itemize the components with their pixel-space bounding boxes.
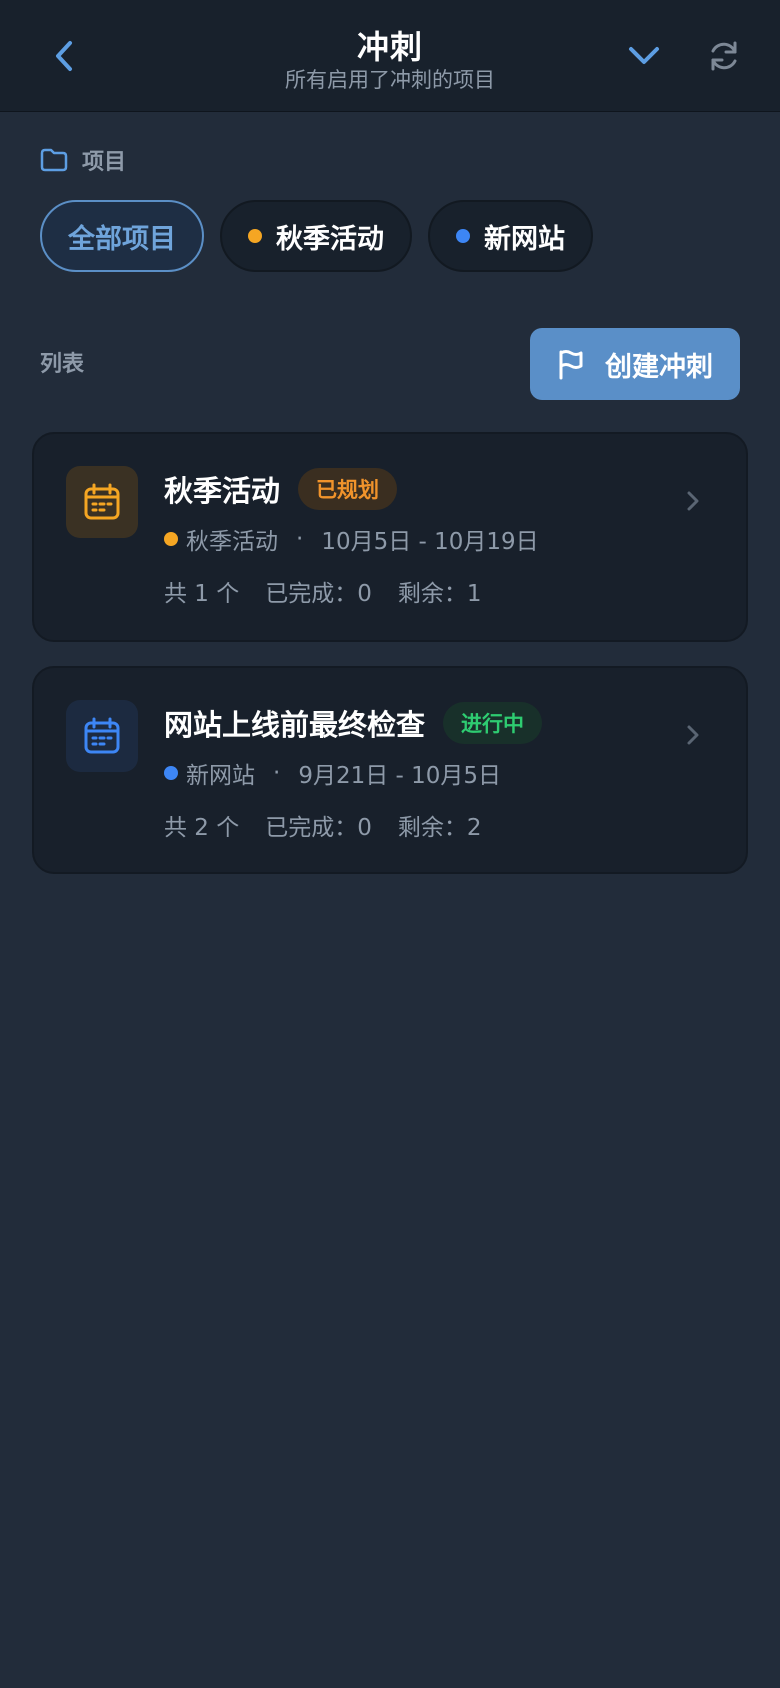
sprint-completed: 已完成：0 xyxy=(265,581,372,607)
status-badge: 已规划 xyxy=(298,468,398,510)
sprint-total: 共 1 个 xyxy=(164,581,240,607)
sprint-remaining: 剩余：1 xyxy=(397,581,482,607)
calendar-icon xyxy=(84,717,120,754)
sprint-meta: 新网站 · 9月21日 - 10月5日 xyxy=(164,756,501,790)
app-header: 冲刺 所有启用了冲刺的项目 xyxy=(0,0,780,112)
filter-chip-all[interactable]: 全部项目 xyxy=(40,200,204,272)
chevron-down-icon xyxy=(629,47,659,64)
refresh-button[interactable] xyxy=(694,26,754,86)
create-sprint-button[interactable]: 创建冲刺 xyxy=(530,328,740,400)
sprint-title: 网站上线前最终检查 xyxy=(164,708,426,742)
sprint-stats: 共 1 个 已完成：0 剩余：1 xyxy=(164,574,482,608)
sprint-dates: 10月5日 - 10月19日 xyxy=(321,529,539,555)
project-color-dot xyxy=(164,766,178,780)
flag-icon xyxy=(559,350,583,380)
status-badge: 进行中 xyxy=(443,702,543,744)
projects-section-label: 项目 xyxy=(40,144,126,176)
list-label: 列表 xyxy=(40,352,85,377)
sprint-dates: 9月21日 - 10月5日 xyxy=(298,763,502,789)
sprint-icon-tile xyxy=(66,466,138,538)
expand-button[interactable] xyxy=(614,26,674,86)
sprint-title: 秋季活动 xyxy=(164,474,281,508)
sprint-completed: 已完成：0 xyxy=(265,815,372,841)
project-color-dot xyxy=(456,229,470,243)
sprint-title-row: 网站上线前最终检查 进行中 xyxy=(164,702,543,744)
create-sprint-label: 创建冲刺 xyxy=(605,351,713,383)
filter-chip-label: 全部项目 xyxy=(68,223,176,255)
project-filter-chips: 全部项目 秋季活动 新网站 xyxy=(40,200,593,272)
project-color-dot xyxy=(248,229,262,243)
refresh-icon xyxy=(711,41,737,71)
sprint-project: 新网站 xyxy=(186,763,255,789)
filter-chip-new-website[interactable]: 新网站 xyxy=(428,200,593,272)
project-color-dot xyxy=(164,532,178,546)
projects-label: 项目 xyxy=(82,150,127,175)
folder-icon xyxy=(40,148,68,172)
filter-chip-label: 秋季活动 xyxy=(276,223,384,255)
sprint-icon-tile xyxy=(66,700,138,772)
calendar-icon xyxy=(84,483,120,520)
meta-separator: · xyxy=(273,760,281,786)
meta-separator: · xyxy=(296,526,304,552)
sprint-card[interactable]: 网站上线前最终检查 进行中 新网站 · 9月21日 - 10月5日 共 2 个 … xyxy=(32,666,748,874)
chevron-right-icon xyxy=(678,486,708,516)
filter-chip-label: 新网站 xyxy=(484,223,565,255)
sprint-card[interactable]: 秋季活动 已规划 秋季活动 · 10月5日 - 10月19日 共 1 个 已完成… xyxy=(32,432,748,642)
filter-chip-autumn[interactable]: 秋季活动 xyxy=(220,200,412,272)
sprint-title-row: 秋季活动 已规划 xyxy=(164,468,398,510)
sprint-project: 秋季活动 xyxy=(186,529,278,555)
sprint-meta: 秋季活动 · 10月5日 - 10月19日 xyxy=(164,522,539,556)
chevron-right-icon xyxy=(678,720,708,750)
sprint-total: 共 2 个 xyxy=(164,815,240,841)
sprint-remaining: 剩余：2 xyxy=(397,815,482,841)
sprint-stats: 共 2 个 已完成：0 剩余：2 xyxy=(164,808,482,842)
